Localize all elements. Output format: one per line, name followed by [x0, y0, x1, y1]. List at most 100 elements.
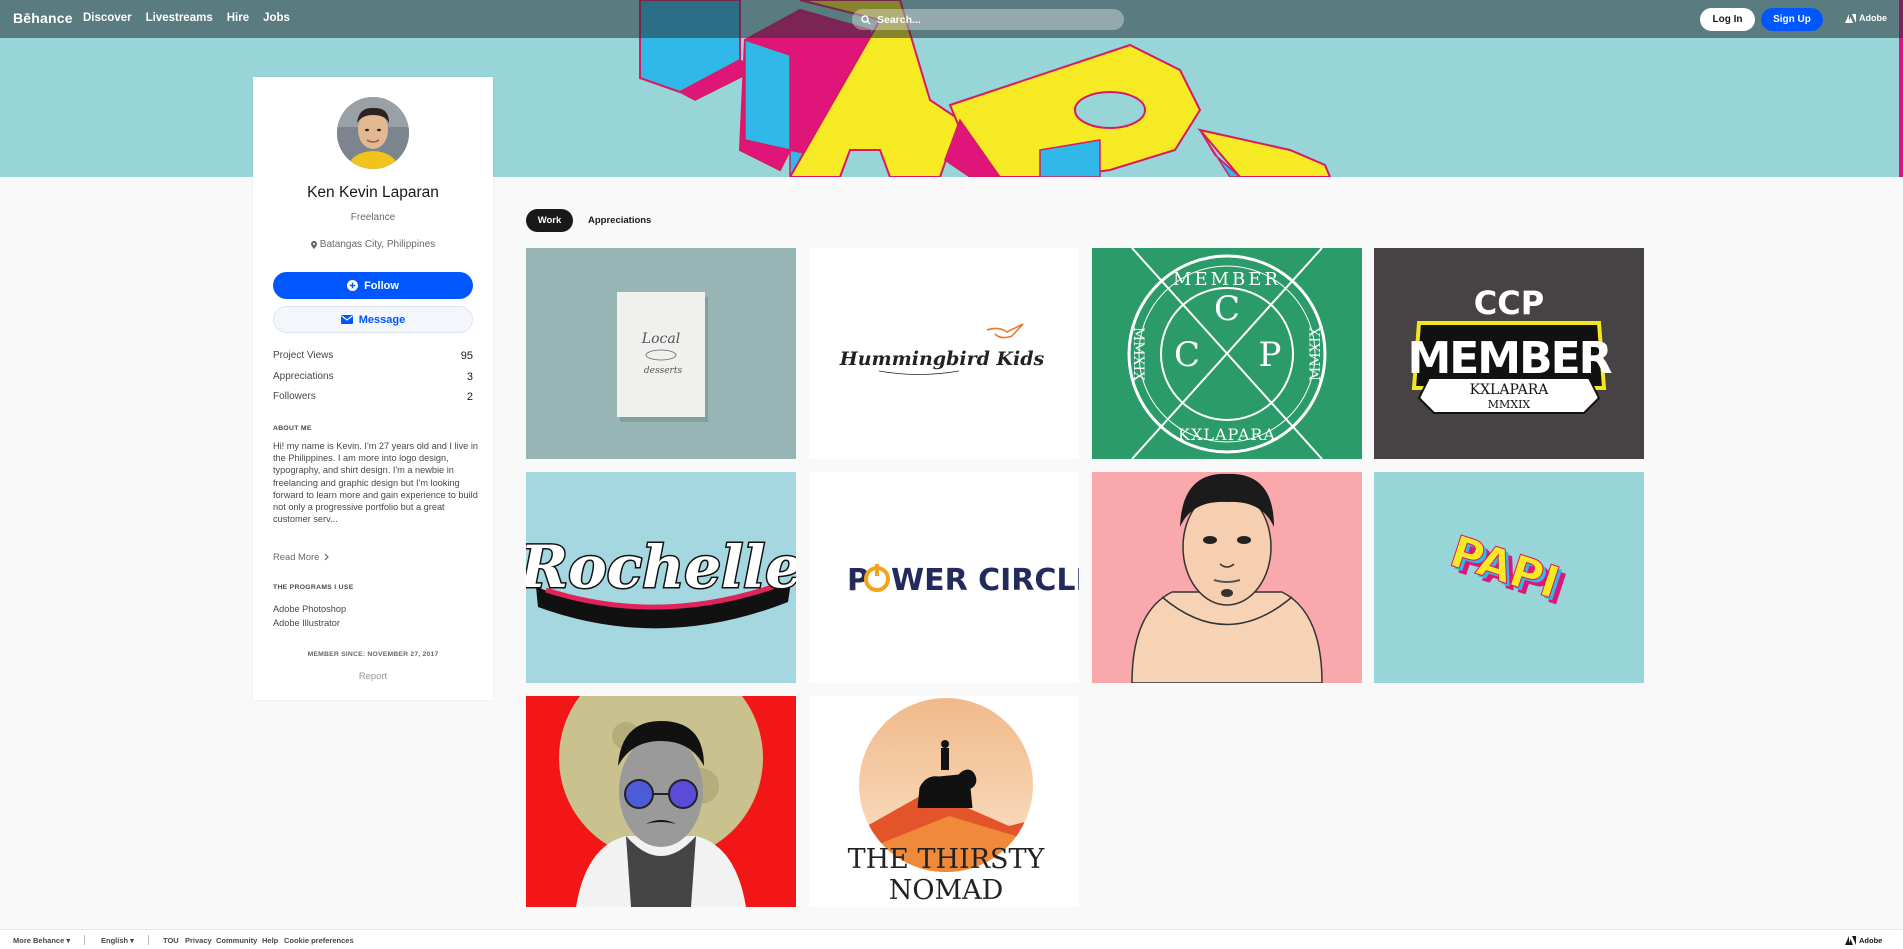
footer-link-privacy[interactable]: Privacy	[185, 936, 212, 945]
read-more-link[interactable]: Read More	[273, 551, 330, 562]
profile-stats: Project Views 95 Appreciations 3 Followe…	[273, 350, 473, 412]
message-label: Message	[358, 313, 406, 326]
footer-divider	[84, 935, 85, 945]
adobe-link[interactable]: Adobe	[1845, 13, 1887, 23]
adobe-label: Adobe	[1859, 13, 1887, 23]
program-item: Adobe Illustrator	[273, 618, 340, 628]
profile-name: Ken Kevin Laparan	[307, 184, 439, 201]
project-thumbnail: CCP MEMBER KXLAPARA MMXIX	[1374, 248, 1644, 459]
search-bar[interactable]	[852, 9, 1124, 30]
plus-circle-icon	[347, 280, 359, 291]
tile-text: MEMBER	[1173, 269, 1281, 290]
nav-link-livestreams[interactable]: Livestreams	[146, 12, 213, 24]
programs-heading: THE PROGRAMS I USE	[273, 584, 354, 591]
footer-adobe-label: Adobe	[1859, 936, 1883, 945]
stat-value: 3	[466, 370, 473, 383]
stat-label: Followers	[273, 391, 316, 402]
project-thumbnail: PAPI PAPI PAPI	[1374, 472, 1644, 683]
chevron-right-icon	[324, 553, 330, 560]
project-thumbnail	[1092, 472, 1362, 683]
tile-text: desserts	[644, 366, 683, 376]
behance-logo[interactable]: Bēhance	[13, 10, 73, 26]
tile-text: Hummingbird Kids	[839, 348, 1045, 370]
stat-label: Project Views	[273, 350, 334, 361]
project-thumbnail: MEMBER C C P KXLAPARA MMXIX MMXIX	[1092, 248, 1362, 459]
program-item: Adobe Photoshop	[273, 604, 347, 614]
tile-text: MEMBER	[1407, 333, 1611, 384]
profile-location: Batangas City, Philippines	[253, 239, 493, 250]
sign-up-button[interactable]: Sign Up	[1761, 8, 1823, 31]
tile-text: Local	[641, 331, 680, 347]
footer: More Behance ▾ English ▾ TOU Privacy Com…	[0, 929, 1903, 949]
stat-value: 2	[466, 391, 473, 403]
project-moon-portrait[interactable]	[526, 696, 796, 907]
envelope-icon	[340, 315, 353, 324]
tile-text: MMXIX	[1308, 327, 1324, 381]
search-input[interactable]	[877, 13, 1107, 26]
tile-text: MMXIX	[1488, 398, 1531, 411]
tile-text: MMXIX	[1130, 327, 1146, 381]
stat-row-appreciations: Appreciations 3	[273, 371, 473, 392]
top-navigation: Bēhance Discover Livestreams Hire Jobs L…	[0, 0, 1903, 38]
project-thumbnail: Rochelle	[526, 472, 796, 683]
project-portrait-hoodie[interactable]	[1092, 472, 1362, 683]
project-power-circle[interactable]: P WER CIRCLE	[809, 472, 1079, 683]
location-pin-icon	[310, 240, 317, 249]
tile-text: Rochelle	[526, 533, 796, 601]
stat-label: Appreciations	[273, 370, 334, 382]
tab-work[interactable]: Work	[526, 209, 573, 232]
tile-text: C	[1214, 289, 1240, 329]
profile-occupation: Freelance	[350, 212, 396, 223]
project-hummingbird-kids[interactable]: Hummingbird Kids	[809, 248, 1079, 459]
footer-link-tou[interactable]: TOU	[163, 936, 179, 945]
project-thumbnail	[526, 696, 796, 907]
read-more-label: Read More	[273, 551, 320, 562]
tile-text: THE THIRSTY	[848, 844, 1046, 875]
tab-appreciations[interactable]: Appreciations	[580, 209, 659, 232]
footer-link-help[interactable]: Help	[262, 936, 278, 945]
footer-more-behance[interactable]: More Behance ▾	[13, 936, 70, 945]
project-thirsty-nomad[interactable]: THE THIRSTY NOMAD	[809, 696, 1079, 907]
footer-more-label: More Behance	[13, 936, 65, 945]
nav-link-jobs[interactable]: Jobs	[263, 12, 290, 24]
project-thumbnail: THE THIRSTY NOMAD	[809, 696, 1079, 907]
nav-link-hire[interactable]: Hire	[227, 12, 249, 24]
tile-text: WER CIRCLE	[891, 563, 1079, 598]
log-in-button[interactable]: Log In	[1700, 8, 1755, 31]
tile-text: KXLAPARA	[1470, 382, 1550, 398]
project-rochelle[interactable]: Rochelle	[526, 472, 796, 683]
footer-link-community[interactable]: Community	[216, 936, 257, 945]
footer-adobe-logo[interactable]: Adobe	[1845, 936, 1882, 945]
stat-row-project-views: Project Views 95	[273, 350, 473, 371]
adobe-icon	[1845, 936, 1856, 945]
project-papi[interactable]: PAPI PAPI PAPI	[1374, 472, 1644, 683]
search-icon	[861, 14, 871, 24]
footer-language-select[interactable]: English ▾	[101, 936, 134, 945]
footer-link-cookie-preferences[interactable]: Cookie preferences	[284, 936, 354, 945]
tile-text: P	[1259, 335, 1282, 375]
project-thumbnail: Hummingbird Kids	[809, 248, 1079, 459]
stat-row-followers[interactable]: Followers 2	[273, 391, 473, 412]
tile-text: KXLAPARA	[1178, 425, 1276, 444]
avatar-image	[337, 97, 409, 169]
programs-list: Adobe Photoshop Adobe Illustrator	[273, 602, 346, 630]
message-button[interactable]: Message	[273, 306, 473, 333]
about-me-text: Hi! my name is Kevin. I'm 27 years old a…	[273, 441, 478, 525]
profile-card: Ken Kevin Laparan Freelance Batangas Cit…	[253, 77, 493, 700]
report-link[interactable]: Report	[253, 670, 493, 681]
tile-text: CCP	[1474, 284, 1544, 322]
follow-button[interactable]: Follow	[273, 272, 473, 299]
adobe-icon	[1845, 13, 1856, 23]
location-text: Batangas City, Philippines	[319, 239, 436, 250]
footer-language-label: English	[101, 936, 129, 945]
tile-text: NOMAD	[889, 875, 1004, 906]
project-ccp-member-badge[interactable]: MEMBER C C P KXLAPARA MMXIX MMXIX	[1092, 248, 1362, 459]
follow-label: Follow	[364, 279, 399, 292]
nav-link-discover[interactable]: Discover	[83, 12, 132, 24]
about-me-heading: ABOUT ME	[273, 425, 312, 432]
tile-text: C	[1174, 335, 1200, 375]
project-local-desserts[interactable]: Local desserts	[526, 248, 796, 459]
project-ccp-member-logo[interactable]: CCP MEMBER KXLAPARA MMXIX	[1374, 248, 1644, 459]
project-thumbnail: Local desserts	[526, 248, 796, 459]
avatar[interactable]	[337, 97, 409, 169]
